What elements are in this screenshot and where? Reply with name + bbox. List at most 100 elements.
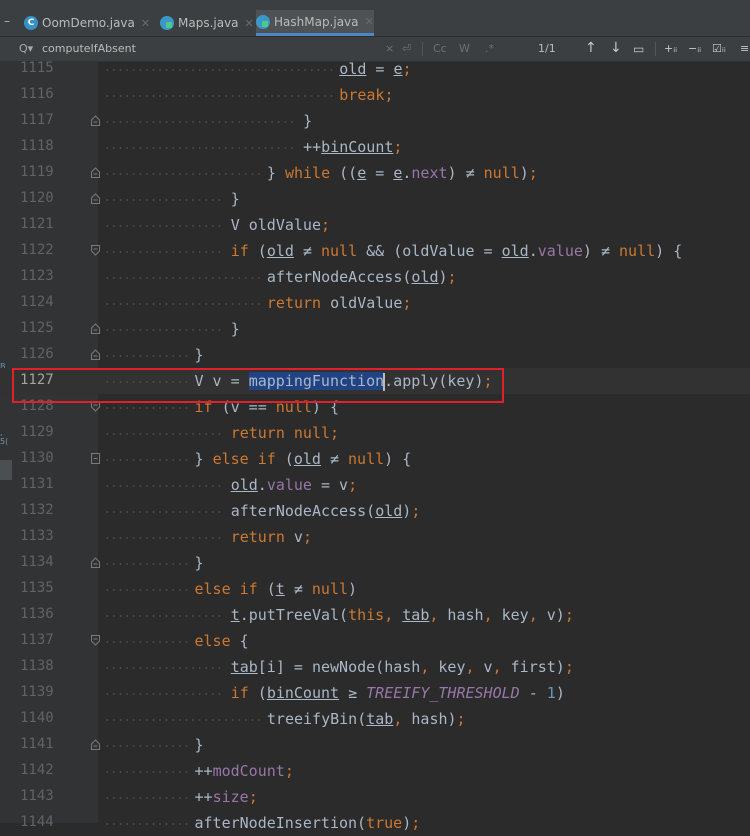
add-occurrence-icon[interactable]: +ᵢᵢ bbox=[664, 42, 677, 55]
code-text[interactable]: } bbox=[195, 554, 204, 572]
fold-marker-icon[interactable] bbox=[91, 245, 100, 256]
tab-oomdemo[interactable]: C OomDemo.java ✕ bbox=[24, 10, 150, 36]
code-line[interactable]: 1142 ++modCount; bbox=[0, 758, 750, 784]
clear-search-icon[interactable]: × bbox=[385, 42, 394, 55]
code-text[interactable]: } bbox=[303, 112, 312, 130]
line-number[interactable]: 1138 bbox=[20, 658, 60, 674]
line-number[interactable]: 1115 bbox=[20, 60, 60, 76]
line-number[interactable]: 1136 bbox=[20, 606, 60, 622]
line-number[interactable]: 1129 bbox=[20, 424, 60, 440]
code-line[interactable]: 1131 old.value = v; bbox=[0, 472, 750, 498]
code-line[interactable]: 1124 return oldValue; bbox=[0, 290, 750, 316]
line-number[interactable]: 1118 bbox=[20, 138, 60, 154]
code-line[interactable]: 1116 break; bbox=[0, 82, 750, 108]
code-line[interactable]: 1130} else if (old ≠ null) { bbox=[0, 446, 750, 472]
match-case-toggle[interactable]: Cc bbox=[433, 42, 447, 55]
line-number[interactable]: 1122 bbox=[20, 242, 60, 258]
close-icon[interactable]: ✕ bbox=[245, 17, 254, 30]
code-line[interactable]: 1133 return v; bbox=[0, 524, 750, 550]
code-line[interactable]: 1126} bbox=[0, 342, 750, 368]
code-text[interactable]: t.putTreeVal(this, tab, hash, key, v); bbox=[231, 606, 574, 624]
fold-marker-icon[interactable] bbox=[91, 635, 100, 646]
code-text[interactable]: return oldValue; bbox=[267, 294, 412, 312]
code-line[interactable]: 1122 if (old ≠ null && (oldValue = old.va… bbox=[0, 238, 750, 264]
line-number[interactable]: 1142 bbox=[20, 762, 60, 778]
code-text[interactable]: } bbox=[231, 190, 240, 208]
code-text[interactable]: V oldValue; bbox=[231, 216, 330, 234]
line-number[interactable]: 1123 bbox=[20, 268, 60, 284]
line-number[interactable]: 1130 bbox=[20, 450, 60, 466]
code-line[interactable]: 1138 tab[i] = newNode(hash, key, v, first… bbox=[0, 654, 750, 680]
code-text[interactable]: else { bbox=[195, 632, 249, 650]
tab-hashmap[interactable]: HashMap.java ✕ bbox=[256, 10, 374, 36]
previous-occurrence-icon[interactable]: ↑ bbox=[585, 40, 597, 56]
code-line[interactable]: 1118 ++binCount; bbox=[0, 134, 750, 160]
code-line[interactable]: 1129 return null; bbox=[0, 420, 750, 446]
regex-toggle[interactable]: .* bbox=[485, 42, 494, 55]
line-number[interactable]: 1139 bbox=[20, 684, 60, 700]
code-text[interactable]: ++size; bbox=[195, 788, 258, 806]
line-number[interactable]: 1120 bbox=[20, 190, 60, 206]
search-input[interactable]: computeIfAbsent bbox=[42, 42, 136, 55]
code-line[interactable]: 1120} bbox=[0, 186, 750, 212]
new-line-icon[interactable]: ⏎ bbox=[402, 42, 411, 55]
code-editor[interactable]: B 44 , 5( 1115old = e;1116break;1117}111… bbox=[0, 60, 750, 832]
line-number[interactable]: 1116 bbox=[20, 86, 60, 102]
code-text[interactable]: } while ((e = e.next) ≠ null); bbox=[267, 164, 538, 182]
whole-words-toggle[interactable]: W bbox=[459, 42, 470, 55]
fold-marker-icon[interactable] bbox=[91, 739, 100, 750]
line-number[interactable]: 1137 bbox=[20, 632, 60, 648]
code-text[interactable]: if (binCount ≥ TREEIFY_THRESHOLD - 1) bbox=[231, 684, 565, 702]
code-line[interactable]: 1136 t.putTreeVal(this, tab, hash, key, v… bbox=[0, 602, 750, 628]
code-text[interactable]: old.value = v; bbox=[231, 476, 357, 494]
select-all-icon[interactable]: ☑ᵢᵢ bbox=[712, 42, 726, 55]
fold-marker-icon[interactable] bbox=[91, 115, 100, 126]
fold-marker-icon[interactable] bbox=[91, 193, 100, 204]
code-text[interactable]: afterNodeAccess(old); bbox=[231, 502, 421, 520]
code-text[interactable]: treeifyBin(tab, hash); bbox=[267, 710, 466, 728]
code-text[interactable]: ++modCount; bbox=[195, 762, 294, 780]
code-line[interactable]: 1123 afterNodeAccess(old); bbox=[0, 264, 750, 290]
filter-icon[interactable]: ≡ bbox=[740, 42, 749, 55]
line-number[interactable]: 1141 bbox=[20, 736, 60, 752]
code-line[interactable]: 1117} bbox=[0, 108, 750, 134]
code-text[interactable]: break; bbox=[339, 86, 393, 104]
line-number[interactable]: 1134 bbox=[20, 554, 60, 570]
fold-marker-icon[interactable] bbox=[91, 349, 100, 360]
line-number[interactable]: 1132 bbox=[20, 502, 60, 518]
code-text[interactable]: afterNodeInsertion(true); bbox=[195, 814, 421, 832]
code-line[interactable]: 1139 if (binCount ≥ TREEIFY_THRESHOLD - 1… bbox=[0, 680, 750, 706]
code-line[interactable]: 1137 else { bbox=[0, 628, 750, 654]
code-line[interactable]: 1132 afterNodeAccess(old); bbox=[0, 498, 750, 524]
line-number[interactable]: 1126 bbox=[20, 346, 60, 362]
code-text[interactable]: return v; bbox=[231, 528, 312, 546]
code-text[interactable]: afterNodeAccess(old); bbox=[267, 268, 457, 286]
line-number[interactable]: 1133 bbox=[20, 528, 60, 544]
code-text[interactable]: } bbox=[195, 346, 204, 364]
code-line[interactable]: 1140 treeifyBin(tab, hash); bbox=[0, 706, 750, 732]
code-line[interactable]: 1135 else if (t ≠ null) bbox=[0, 576, 750, 602]
code-line[interactable]: 1119} while ((e = e.next) ≠ null); bbox=[0, 160, 750, 186]
line-number[interactable]: 1144 bbox=[20, 814, 60, 830]
code-line[interactable]: 1121 V oldValue; bbox=[0, 212, 750, 238]
fold-marker-icon[interactable] bbox=[91, 323, 100, 334]
line-number[interactable]: 1117 bbox=[20, 112, 60, 128]
select-all-occurrences-icon[interactable]: ▭ bbox=[633, 42, 644, 56]
line-number[interactable]: 1140 bbox=[20, 710, 60, 726]
close-icon[interactable]: ✕ bbox=[365, 15, 374, 28]
code-text[interactable]: } bbox=[195, 736, 204, 754]
code-line[interactable]: 1143 ++size; bbox=[0, 784, 750, 810]
line-number[interactable]: 1131 bbox=[20, 476, 60, 492]
code-line[interactable]: 1141} bbox=[0, 732, 750, 758]
code-text[interactable]: old = e; bbox=[339, 60, 411, 78]
code-line[interactable]: 1144 afterNodeInsertion(true); bbox=[0, 810, 750, 836]
close-icon[interactable]: ✕ bbox=[141, 17, 150, 30]
code-text[interactable]: else if (t ≠ null) bbox=[195, 580, 358, 598]
fold-marker-icon[interactable] bbox=[91, 453, 100, 464]
line-number[interactable]: 1121 bbox=[20, 216, 60, 232]
next-occurrence-icon[interactable]: ↓ bbox=[610, 40, 622, 56]
search-icon[interactable]: Q▾ bbox=[19, 42, 33, 55]
code-text[interactable]: return null; bbox=[231, 424, 339, 442]
line-number[interactable]: 1124 bbox=[20, 294, 60, 310]
code-line[interactable]: 1115 old = e; bbox=[0, 56, 750, 82]
